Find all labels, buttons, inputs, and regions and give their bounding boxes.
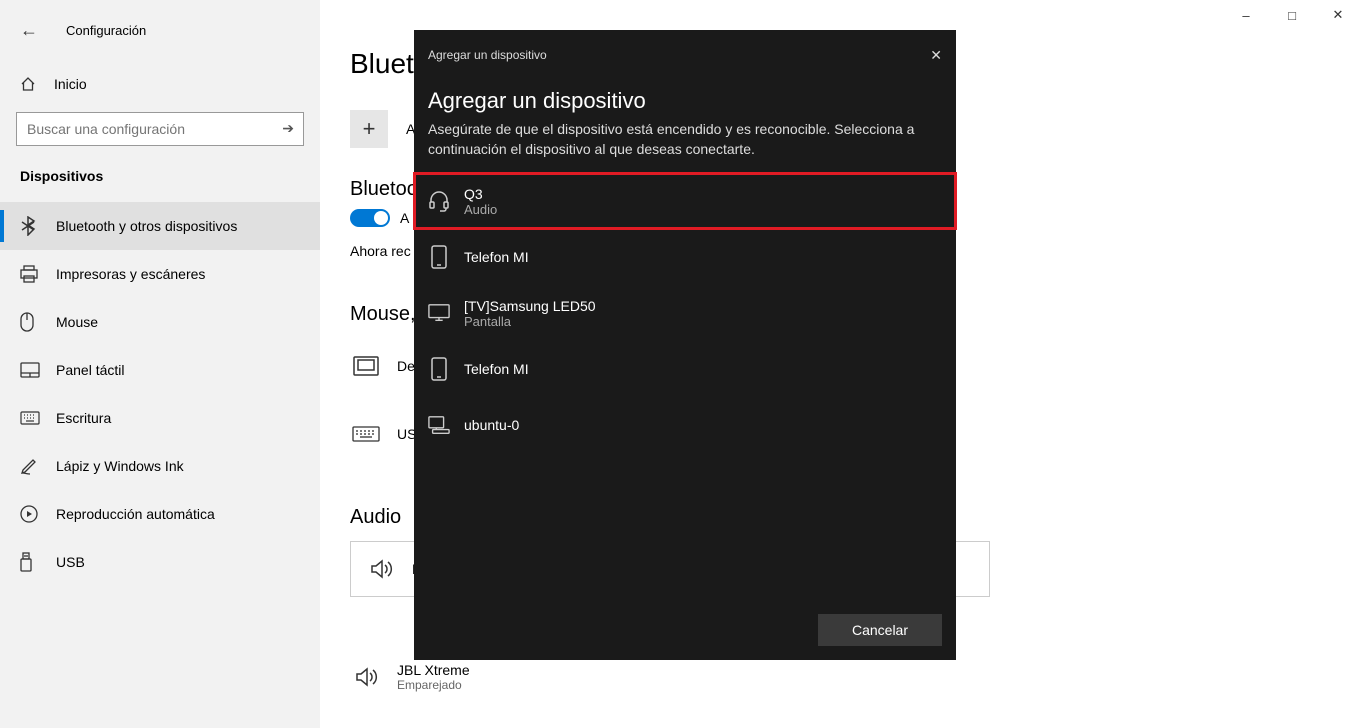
home-icon [20, 76, 36, 92]
modal-device-item[interactable]: Q3Audio [414, 173, 956, 229]
keyboard-icon [20, 411, 38, 425]
modal-device-name: [TV]Samsung LED50 [464, 298, 596, 314]
bluetooth-toggle[interactable] [350, 209, 390, 227]
autoplay-icon [20, 505, 38, 523]
sidebar-item-autoplay[interactable]: Reproducción automática [0, 490, 320, 538]
sidebar-item-mouse[interactable]: Mouse [0, 298, 320, 346]
phone-icon [428, 357, 450, 381]
close-button[interactable]: ✕ [1315, 0, 1361, 30]
modal-device-list: Q3Audio Telefon MI [TV]Samsung LED50Pantal… [414, 173, 956, 453]
home-label: Inicio [54, 76, 87, 92]
mouse-icon [20, 312, 38, 332]
cancel-button[interactable]: Cancelar [818, 614, 942, 646]
sidebar: ← Configuración Inicio ➔ Dispositivos Bl… [0, 0, 320, 728]
sidebar-item-label: Impresoras y escáneres [56, 266, 205, 282]
sidebar-item-usb[interactable]: USB [0, 538, 320, 586]
touchpad-icon [350, 356, 382, 376]
modal-close-button[interactable]: ✕ [930, 47, 942, 64]
window-title: Configuración [66, 23, 146, 38]
speaker-icon [365, 557, 397, 581]
modal-device-item[interactable]: Telefon MI [414, 229, 956, 285]
device-name: JBL Xtreme [397, 662, 470, 678]
modal-title: Agregar un dispositivo [414, 70, 956, 120]
device-status: Emparejado [397, 678, 470, 692]
minimize-button[interactable]: – [1223, 0, 1269, 30]
sidebar-item-pen[interactable]: Lápiz y Windows Ink [0, 442, 320, 490]
modal-device-item[interactable]: Telefon MI [414, 341, 956, 397]
add-device-button[interactable]: + [350, 110, 388, 148]
sidebar-item-label: Mouse [56, 314, 98, 330]
home-button[interactable]: Inicio [0, 64, 320, 104]
sidebar-item-label: Reproducción automática [56, 506, 215, 522]
phone-icon [428, 245, 450, 269]
sidebar-item-label: Escritura [56, 410, 111, 426]
printer-icon [20, 265, 38, 283]
modal-device-item[interactable]: ubuntu-0 [414, 397, 956, 453]
device-name: De [397, 358, 415, 374]
back-icon[interactable]: ← [20, 20, 38, 41]
modal-header-title: Agregar un dispositivo [428, 48, 547, 62]
bluetooth-icon [20, 216, 38, 236]
modal-device-name: ubuntu-0 [464, 417, 519, 433]
sidebar-nav: Bluetooth y otros dispositivos Impresoras… [0, 202, 320, 586]
pen-icon [20, 457, 38, 475]
add-device-modal: Agregar un dispositivo ✕ Agregar un disp… [414, 30, 956, 660]
headset-icon [428, 190, 450, 212]
maximize-button[interactable]: □ [1269, 0, 1315, 30]
modal-device-item[interactable]: [TV]Samsung LED50Pantalla [414, 285, 956, 341]
window-controls: – □ ✕ [1223, 0, 1361, 30]
modal-device-name: Q3 [464, 186, 497, 202]
search-input[interactable] [16, 112, 304, 146]
toggle-state-label: A [400, 210, 409, 226]
sidebar-item-printer[interactable]: Impresoras y escáneres [0, 250, 320, 298]
sidebar-item-label: Lápiz y Windows Ink [56, 458, 184, 474]
usb-icon [20, 552, 38, 572]
modal-device-sub: Audio [464, 202, 497, 217]
sidebar-section-label: Dispositivos [0, 146, 320, 190]
monitor-icon [428, 303, 450, 323]
keyboard-icon [350, 426, 382, 442]
computer-icon [428, 415, 450, 435]
sidebar-item-label: Bluetooth y otros dispositivos [56, 218, 237, 234]
sidebar-item-keyboard[interactable]: Escritura [0, 394, 320, 442]
search-icon: ➔ [282, 120, 294, 137]
sidebar-item-label: Panel táctil [56, 362, 124, 378]
sidebar-item-touchpad[interactable]: Panel táctil [0, 346, 320, 394]
speaker-icon [350, 665, 382, 689]
touchpad-icon [20, 362, 38, 378]
sidebar-item-bluetooth[interactable]: Bluetooth y otros dispositivos [0, 202, 320, 250]
modal-device-name: Telefon MI [464, 361, 529, 377]
modal-subtitle: Asegúrate de que el dispositivo está enc… [414, 120, 956, 173]
sidebar-item-label: USB [56, 554, 85, 570]
modal-device-sub: Pantalla [464, 314, 596, 329]
modal-device-name: Telefon MI [464, 249, 529, 265]
